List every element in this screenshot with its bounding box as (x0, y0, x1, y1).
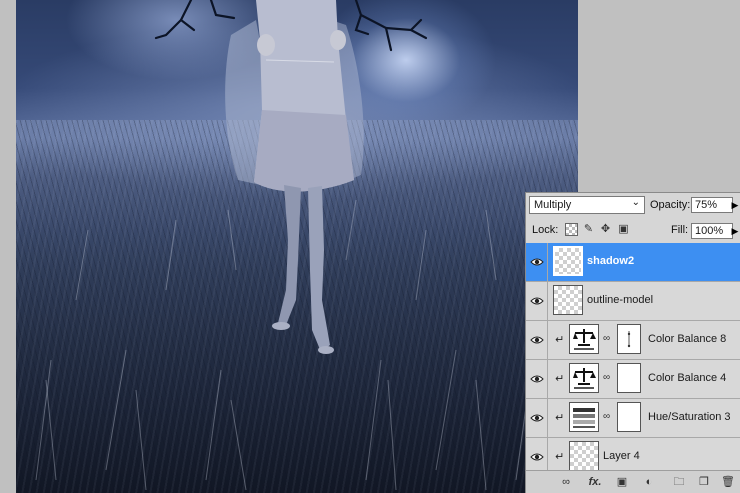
new-group-icon[interactable]: 🗀 (672, 474, 686, 490)
layer-row-color-balance-8[interactable]: ↵ ∞ Color Balance 8 (526, 321, 740, 360)
layer-thumbnail[interactable] (569, 441, 599, 471)
layer-row-hue-saturation-3[interactable]: ↵ ∞ Hue/Saturation 3 (526, 399, 740, 438)
visibility-toggle[interactable] (526, 438, 548, 472)
lock-position-icon[interactable]: ✥ (599, 223, 612, 236)
layer-name[interactable]: Color Balance 8 (648, 333, 726, 345)
mask-link-icon[interactable]: ∞ (603, 411, 610, 422)
adjustment-layer-icon[interactable]: ◐ (642, 474, 656, 490)
layers-panel: Multiply ⌄ Opacity: 75% ▶ Lock: ✎ ✥ ▣ Fi… (525, 192, 740, 493)
visibility-toggle[interactable] (526, 399, 548, 437)
opacity-slider-arrow-icon[interactable]: ▶ (730, 198, 740, 212)
layer-row-color-balance-4[interactable]: ↵ ∞ Color Balance 4 (526, 360, 740, 399)
chevron-down-icon: ⌄ (631, 197, 640, 208)
opacity-label: Opacity: (650, 199, 691, 211)
clipping-arrow-icon: ↵ (555, 373, 565, 385)
layer-name[interactable]: Color Balance 4 (648, 372, 726, 384)
layer-row-outline-model[interactable]: outline-model (526, 282, 740, 321)
color-balance-icon[interactable] (569, 363, 599, 393)
layer-mask-thumbnail[interactable] (617, 324, 641, 354)
eye-icon (530, 414, 544, 422)
visibility-toggle[interactable] (526, 321, 548, 359)
lock-label: Lock: (532, 224, 559, 236)
fill-input[interactable]: 100% (691, 223, 733, 239)
layer-name[interactable]: Hue/Saturation 3 (648, 411, 731, 423)
mask-link-icon[interactable]: ∞ (603, 333, 610, 344)
layer-mask-thumbnail[interactable] (617, 402, 641, 432)
fill-slider-arrow-icon[interactable]: ▶ (730, 224, 740, 238)
eye-icon (530, 297, 544, 305)
blend-mode-select[interactable]: Multiply ⌄ (529, 196, 645, 214)
fill-label: Fill: (671, 224, 689, 236)
clipping-arrow-icon: ↵ (555, 412, 565, 424)
blend-mode-value: Multiply (534, 199, 572, 211)
layer-thumbnail[interactable] (553, 246, 583, 276)
add-mask-icon[interactable]: ▣ (615, 474, 629, 490)
clipping-arrow-icon: ↵ (555, 451, 565, 463)
lock-transparent-pixels-icon[interactable] (565, 223, 578, 236)
visibility-toggle[interactable] (526, 360, 548, 398)
layer-thumbnail[interactable] (553, 285, 583, 315)
hue-saturation-icon[interactable] (569, 402, 599, 432)
fx-icon[interactable]: fx. (586, 474, 604, 490)
layer-mask-thumbnail[interactable] (617, 363, 641, 393)
eye-icon (530, 336, 544, 344)
layer-name[interactable]: shadow2 (587, 255, 634, 267)
layer-name[interactable]: Layer 4 (603, 450, 640, 462)
lock-all-icon[interactable]: ▣ (617, 223, 630, 236)
new-layer-icon[interactable]: ❐ (697, 474, 711, 490)
clipping-arrow-icon: ↵ (555, 334, 565, 346)
lock-row: Lock: ✎ ✥ ▣ Fill: 100% ▶ (526, 219, 740, 244)
opacity-input[interactable]: 75% (691, 197, 733, 213)
layers-panel-footer: ∞ fx. ▣ ◐ 🗀 ❐ 🗑 (526, 470, 740, 493)
layer-name[interactable]: outline-model (587, 294, 653, 306)
visibility-toggle[interactable] (526, 282, 548, 320)
lock-image-pixels-icon[interactable]: ✎ (582, 223, 595, 236)
eye-icon (530, 258, 544, 266)
blend-row: Multiply ⌄ Opacity: 75% ▶ (526, 194, 740, 218)
mask-link-icon[interactable]: ∞ (603, 372, 610, 383)
document-canvas[interactable] (16, 0, 578, 493)
layer-row-layer-4[interactable]: ↵ Layer 4 (526, 438, 740, 472)
eye-icon (530, 453, 544, 461)
delete-layer-icon[interactable]: 🗑 (721, 474, 735, 490)
color-balance-icon[interactable] (569, 324, 599, 354)
eye-icon (530, 375, 544, 383)
link-layers-icon[interactable]: ∞ (558, 474, 574, 490)
artwork-figure (35, 0, 557, 491)
layers-list: shadow2 outline-model ↵ ∞ Color Balance … (526, 243, 740, 472)
layer-row-shadow2[interactable]: shadow2 (526, 243, 740, 282)
visibility-toggle[interactable] (526, 243, 548, 281)
